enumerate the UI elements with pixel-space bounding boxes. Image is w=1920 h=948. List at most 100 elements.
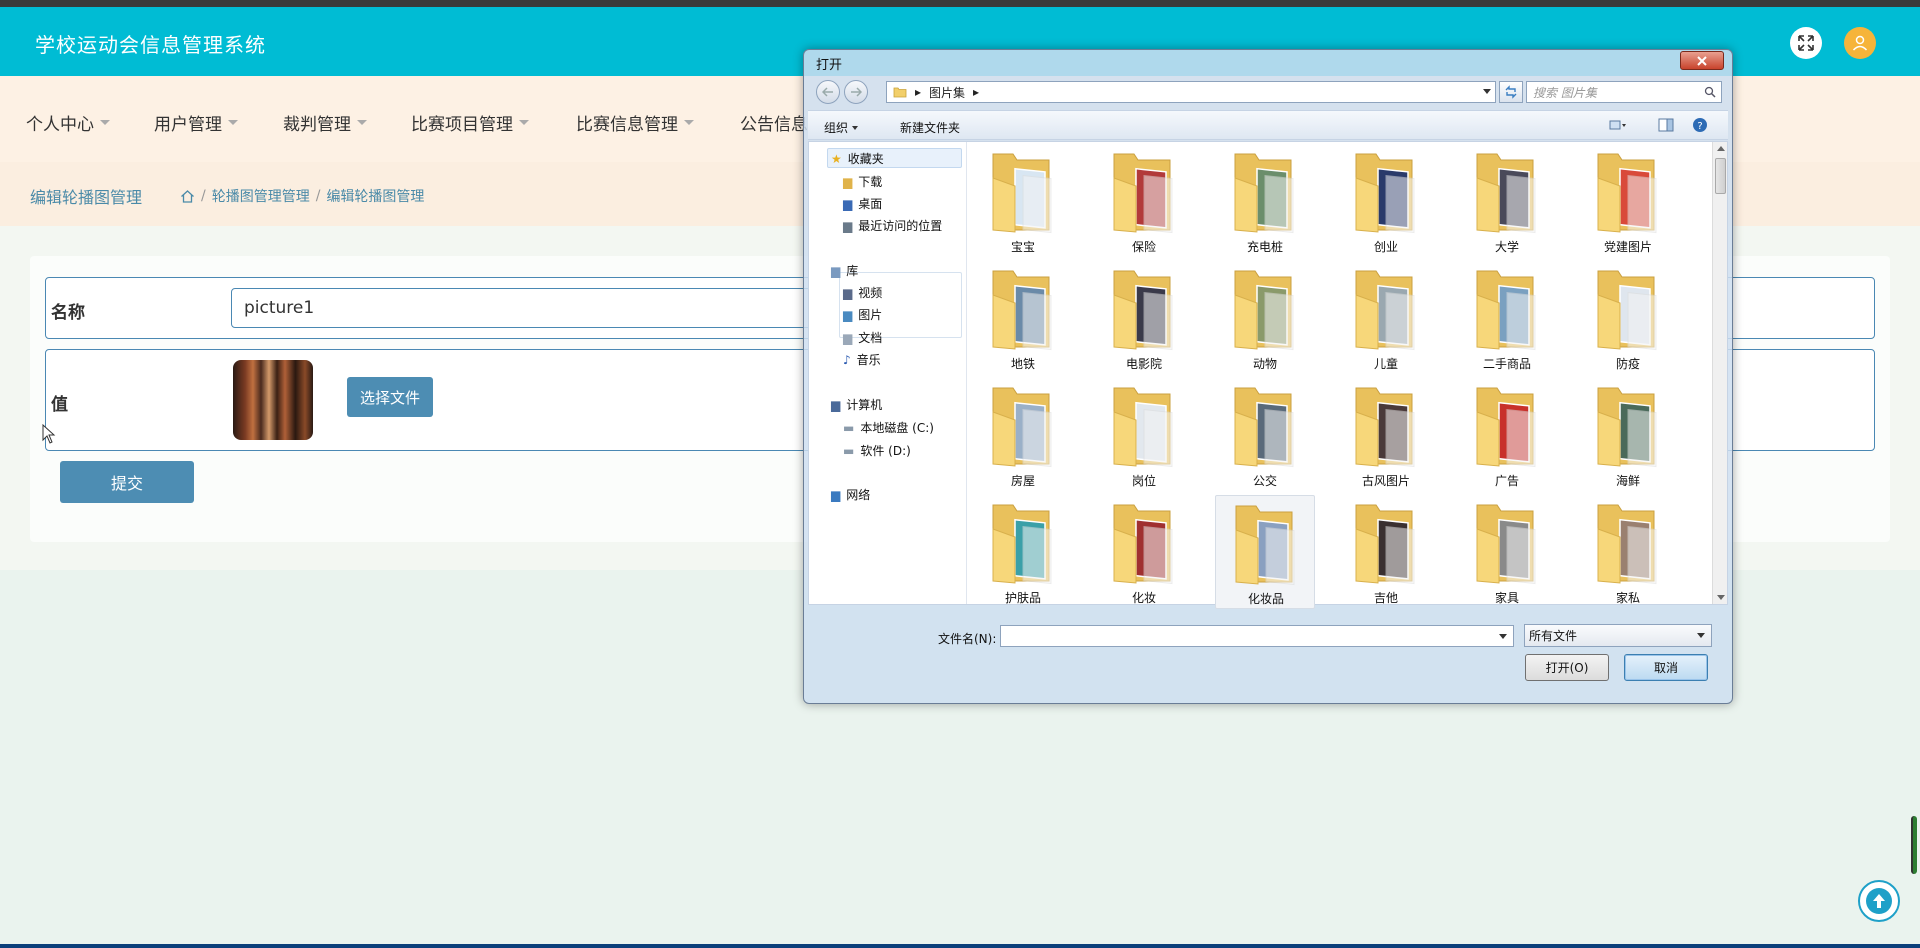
nav-computer[interactable]: ▆ 计算机 <box>831 396 882 413</box>
folder-item[interactable]: 党建图片 <box>1578 144 1678 258</box>
view-options-button[interactable] <box>1608 116 1628 134</box>
caret-down-icon <box>100 120 110 125</box>
nav-item-match-info-management[interactable]: 比赛信息管理 <box>576 110 694 135</box>
folder-icon <box>1235 505 1295 586</box>
fullscreen-button[interactable] <box>1790 27 1822 59</box>
organize-menu[interactable]: 组织 <box>824 119 859 136</box>
filetype-select[interactable]: 所有文件 <box>1524 624 1712 647</box>
file-list-scrollbar[interactable] <box>1712 142 1727 604</box>
folder-item[interactable]: 房屋 <box>973 378 1073 492</box>
folder-item[interactable]: 海鲜 <box>1578 378 1678 492</box>
nav-favorites[interactable]: ★ 收藏夹 <box>831 150 884 167</box>
folder-icon <box>1476 270 1536 351</box>
scroll-up-icon[interactable] <box>1717 146 1725 151</box>
scroll-down-icon[interactable] <box>1717 595 1725 600</box>
dialog-toolbar: 组织 新建文件夹 ? <box>808 110 1728 140</box>
open-button[interactable]: 打开(O) <box>1525 654 1609 681</box>
folder-icon <box>1597 504 1657 585</box>
nav-music[interactable]: ♪ 音乐 <box>843 351 881 368</box>
dialog-close-button[interactable] <box>1680 51 1724 70</box>
address-bar[interactable]: ▸ 图片集 ▸ <box>886 81 1496 103</box>
folder-item[interactable]: 地铁 <box>973 261 1073 375</box>
folder-item[interactable]: 大学 <box>1457 144 1557 258</box>
home-icon[interactable] <box>180 189 195 204</box>
chevron-down-icon[interactable] <box>1483 89 1491 94</box>
folder-icon <box>992 387 1052 468</box>
nav-desktop[interactable]: ▆ 桌面 <box>843 195 882 212</box>
chevron-down-icon[interactable] <box>1499 634 1507 639</box>
dialog-main-pane: ★ 收藏夹 ▆ 下载 ▆ 桌面 ▆ 最近访问的位置 ▆ 库 ▆ 视频 ▆ 图片 ▆ 文档 ♪ 音乐… <box>808 141 1728 609</box>
folder-item[interactable]: 防疫 <box>1578 261 1678 375</box>
scrollbar-thumb[interactable] <box>1715 158 1726 194</box>
folder-item[interactable]: 岗位 <box>1094 378 1194 492</box>
folder-item[interactable]: 充电桩 <box>1215 144 1315 258</box>
dialog-search-input[interactable]: 搜索 图片集 <box>1526 81 1722 103</box>
folder-item[interactable]: 宝宝 <box>973 144 1073 258</box>
nav-software-d[interactable]: ▬ 软件 (D:) <box>843 442 911 459</box>
nav-local-disk-c[interactable]: ▬ 本地磁盘 (C:) <box>843 419 934 436</box>
folder-icon <box>1113 153 1173 234</box>
folder-icon <box>992 153 1052 234</box>
folder-item[interactable]: 化妆品 <box>1215 495 1315 609</box>
nav-item-event-item-management[interactable]: 比赛项目管理 <box>411 110 529 135</box>
choose-file-button[interactable]: 选择文件 <box>347 377 433 417</box>
nav-recent-places[interactable]: ▆ 最近访问的位置 <box>843 217 942 234</box>
nav-network[interactable]: ▆ 网络 <box>831 486 870 503</box>
nav-pictures[interactable]: ▆ 图片 <box>843 306 882 323</box>
folder-item[interactable]: 家具 <box>1457 495 1557 609</box>
breadcrumb-item[interactable]: 轮播图管理管理 <box>212 186 310 206</box>
folder-icon <box>1597 387 1657 468</box>
back-button[interactable] <box>816 80 840 104</box>
folder-label: 海鲜 <box>1615 474 1640 488</box>
name-input[interactable] <box>231 288 851 328</box>
address-path[interactable]: 图片集 <box>929 84 965 101</box>
folder-item[interactable]: 儿童 <box>1336 261 1436 375</box>
cancel-button[interactable]: 取消 <box>1624 654 1708 681</box>
help-button[interactable]: ? <box>1690 116 1710 134</box>
nav-videos[interactable]: ▆ 视频 <box>843 284 882 301</box>
nav-item-referee-management[interactable]: 裁判管理 <box>283 110 367 135</box>
folder-item[interactable]: 动物 <box>1215 261 1315 375</box>
folder-item[interactable]: 吉他 <box>1336 495 1436 609</box>
new-folder-button[interactable]: 新建文件夹 <box>900 119 960 136</box>
preview-pane-button[interactable] <box>1656 116 1676 134</box>
folder-item[interactable]: 古风图片 <box>1336 378 1436 492</box>
nav-downloads[interactable]: ▆ 下载 <box>843 173 882 190</box>
filename-label: 文件名(N): <box>938 632 997 646</box>
folder-item[interactable]: 二手商品 <box>1457 261 1557 375</box>
user-avatar-button[interactable] <box>1844 27 1876 59</box>
folder-label: 家具 <box>1494 591 1519 605</box>
folder-label: 儿童 <box>1373 357 1398 371</box>
forward-button[interactable] <box>844 80 868 104</box>
drive-icon: ▬ <box>843 443 855 458</box>
page-scrollbar-thumb[interactable] <box>1911 816 1917 874</box>
folder-item[interactable]: 家私 <box>1578 495 1678 609</box>
folder-item[interactable]: 公交 <box>1215 378 1315 492</box>
network-icon: ▆ <box>831 487 841 502</box>
nav-item-user-management[interactable]: 用户管理 <box>154 110 238 135</box>
folder-item[interactable]: 广告 <box>1457 378 1557 492</box>
folder-icon <box>992 504 1052 585</box>
breadcrumb-chevron-icon: ▸ <box>973 85 980 99</box>
nav-documents[interactable]: ▆ 文档 <box>843 329 882 346</box>
folder-label: 吉他 <box>1373 591 1398 605</box>
filename-input[interactable] <box>1000 625 1514 647</box>
expand-icon <box>1798 35 1814 51</box>
folder-item[interactable]: 护肤品 <box>973 495 1073 609</box>
back-to-top-button[interactable] <box>1858 880 1900 922</box>
refresh-button[interactable] <box>1499 81 1523 103</box>
folder-item[interactable]: 创业 <box>1336 144 1436 258</box>
folder-small-icon <box>893 87 907 98</box>
nav-item-personal-center[interactable]: 个人中心 <box>26 110 110 135</box>
submit-button[interactable]: 提交 <box>60 461 194 503</box>
search-icon[interactable] <box>1704 86 1716 98</box>
app-title: 学校运动会信息管理系统 <box>35 33 266 57</box>
folder-item[interactable]: 电影院 <box>1094 261 1194 375</box>
folder-label: 护肤品 <box>1004 591 1041 605</box>
folder-item[interactable]: 保险 <box>1094 144 1194 258</box>
video-icon: ▆ <box>843 285 853 300</box>
image-preview-thumbnail[interactable] <box>233 360 313 440</box>
arrow-up-circle-icon <box>1866 888 1892 914</box>
folder-item[interactable]: 化妆 <box>1094 495 1194 609</box>
nav-libraries[interactable]: ▆ 库 <box>831 262 858 279</box>
